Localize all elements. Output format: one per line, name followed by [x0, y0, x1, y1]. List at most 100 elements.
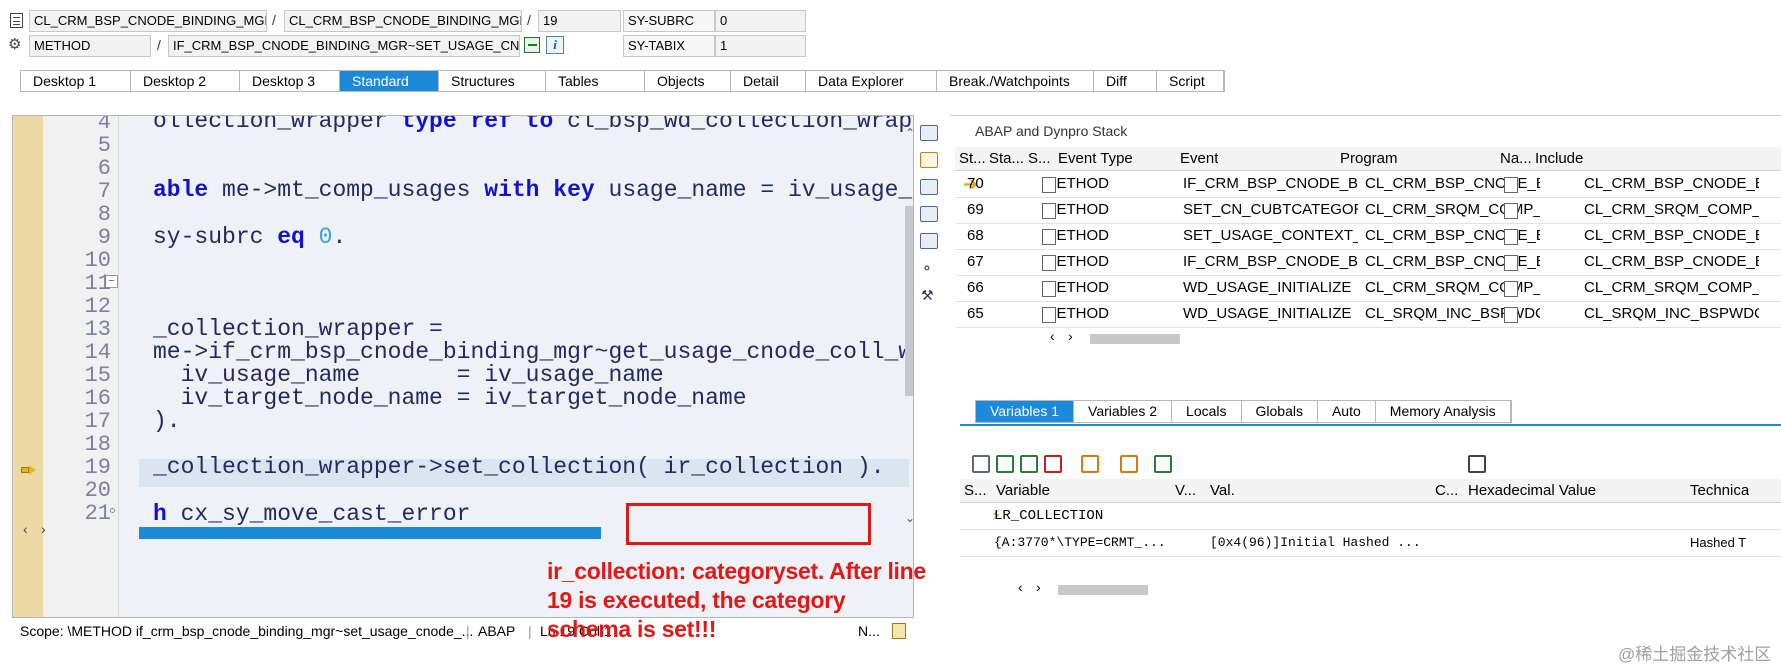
scroll-left-icon[interactable]: ‹	[1018, 579, 1023, 595]
separator: /	[272, 12, 276, 28]
split-icon[interactable]	[920, 233, 938, 249]
stack-source-icon[interactable]	[1042, 281, 1056, 297]
tab-diff[interactable]: Diff	[1094, 71, 1157, 91]
stack-row[interactable]: 65 METHOD WD_USAGE_INITIALIZE CL_SRQM_INC_B…	[955, 302, 1781, 328]
scroll-thumb[interactable]	[905, 206, 913, 396]
export-icon[interactable]	[996, 455, 1014, 473]
stack-row[interactable]: 68 METHOD SET_USAGE_CONTEXT_... CL_CRM_BSP_…	[955, 224, 1781, 250]
stack-nav-icon[interactable]	[1504, 177, 1518, 193]
scroll-left-icon[interactable]: ‹	[1050, 328, 1055, 344]
hscroll-thumb[interactable]	[1058, 585, 1148, 595]
tab-objects[interactable]: Objects	[645, 71, 731, 91]
stack-cell-sta: 66	[967, 279, 984, 296]
tree-icon[interactable]	[1081, 455, 1099, 473]
stack-column-header[interactable]: Sta...	[989, 147, 1024, 171]
info-icon[interactable]: i	[546, 36, 564, 54]
tab-data-explorer[interactable]: Data Explorer	[806, 71, 937, 91]
screen-icon[interactable]	[1154, 455, 1172, 473]
variable-column-header[interactable]: Hexadecimal Value	[1468, 479, 1596, 503]
new-breakpoint-icon[interactable]	[920, 152, 938, 168]
stack-nav-icon[interactable]	[1504, 255, 1518, 271]
scroll-right-icon[interactable]: ›	[1036, 579, 1041, 595]
stack-column-header[interactable]: Include	[1535, 147, 1583, 171]
scroll-left-icon[interactable]: ‹	[23, 521, 28, 537]
sysvar-value-2[interactable]: 1	[715, 35, 806, 57]
tab-script[interactable]: Script	[1157, 71, 1224, 91]
stack-source-icon[interactable]	[1042, 203, 1056, 219]
hscroll-thumb[interactable]	[1090, 334, 1180, 344]
variable-column-header[interactable]: Val.	[1210, 479, 1235, 503]
var-tab-globals[interactable]: Globals	[1242, 401, 1318, 422]
expand-icon[interactable]	[920, 206, 938, 222]
stack-column-header[interactable]: Event	[1180, 147, 1218, 171]
stack-row[interactable]: 66 METHOD WD_USAGE_INITIALIZE CL_CRM_SRQM_C…	[955, 276, 1781, 302]
stack-cell-include: CL_CRM_BSP_CNODE_B	[1584, 175, 1759, 192]
stack-nav-icon[interactable]	[1504, 307, 1518, 323]
var-tab-locals[interactable]: Locals	[1172, 401, 1242, 422]
editor-vertical-scrollbar[interactable]: ⌃ ⌄	[905, 126, 913, 616]
gear-icon: ⚙	[8, 36, 22, 53]
tab-desktop-2[interactable]: Desktop 2	[131, 71, 240, 91]
stack-row[interactable]: 67 METHOD IF_CRM_BSP_CNODE_BI... CL_CRM_BSP…	[955, 250, 1781, 276]
variable-row[interactable]: ⚡ LR_COLLECTION	[960, 504, 1781, 530]
stack-row[interactable]: 69 METHOD SET_CN_CUBTCATEGOR... CL_CRM_SRQM…	[955, 198, 1781, 224]
variable-column-header[interactable]: Variable	[996, 479, 1050, 503]
var-tab-auto[interactable]: Auto	[1318, 401, 1376, 422]
copy-icon[interactable]	[920, 179, 938, 195]
remove-icon[interactable]	[1044, 455, 1062, 473]
var-tab-variables-2[interactable]: Variables 2	[1074, 401, 1173, 422]
line-number: 10	[84, 248, 111, 273]
variable-column-header[interactable]: V...	[1175, 479, 1196, 503]
stack-column-header[interactable]: S...	[1028, 147, 1051, 171]
hscroll-thumb[interactable]	[139, 527, 601, 539]
headset-icon[interactable]: ⚬	[921, 260, 933, 277]
event-type-field[interactable]: METHOD	[29, 35, 151, 57]
tool-icon[interactable]: ⚒	[921, 287, 934, 304]
breakpoint-column[interactable]	[13, 116, 43, 617]
delete-icon[interactable]	[972, 455, 990, 473]
swap-icon[interactable]	[1120, 455, 1138, 473]
include-field[interactable]: CL_CRM_BSP_CNODE_BINDING_MGR=...	[284, 10, 522, 32]
variable-column-header[interactable]: S...	[964, 479, 987, 503]
var-tab-variables-1[interactable]: Variables 1	[976, 401, 1075, 422]
scroll-right-icon[interactable]: ›	[41, 521, 46, 537]
stack-source-icon[interactable]	[1042, 255, 1056, 271]
tab-detail[interactable]: Detail	[731, 71, 806, 91]
stack-source-icon[interactable]	[1042, 307, 1056, 323]
stack-nav-icon[interactable]	[1504, 229, 1518, 245]
tab-tables[interactable]: Tables	[546, 71, 645, 91]
scroll-down-icon[interactable]: ⌄	[905, 511, 913, 525]
stack-horizontal-scrollbar[interactable]: ‹ ›	[1050, 328, 1190, 346]
stack-cell-include: CL_CRM_BSP_CNODE_B	[1584, 227, 1759, 244]
program-field[interactable]: CL_CRM_BSP_CNODE_BINDING_MGR=...	[29, 10, 267, 32]
goto-icon[interactable]	[524, 37, 540, 53]
stack-column-header[interactable]: Program	[1340, 147, 1398, 171]
scroll-up-icon[interactable]: ⌃	[905, 126, 913, 140]
variable-column-header[interactable]: Technica	[1690, 479, 1749, 503]
variable-column-header[interactable]: C...	[1435, 479, 1458, 503]
tab-break-watchpoints[interactable]: Break./Watchpoints	[937, 71, 1094, 91]
stack-nav-icon[interactable]	[1504, 203, 1518, 219]
tab-desktop-1[interactable]: Desktop 1	[21, 71, 131, 91]
tab-standard[interactable]: Standard	[340, 71, 439, 91]
stack-source-icon[interactable]	[1042, 229, 1056, 245]
var-tab-memory-analysis[interactable]: Memory Analysis	[1376, 401, 1511, 422]
scroll-right-icon[interactable]: ›	[1068, 328, 1073, 344]
save-icon[interactable]	[1468, 455, 1486, 473]
event-field[interactable]: IF_CRM_BSP_CNODE_BINDING_MGR~SET_USAGE_C…	[168, 35, 520, 57]
close-editor-icon[interactable]	[920, 125, 938, 141]
stack-column-header[interactable]: Event Type	[1058, 147, 1133, 171]
tab-structures[interactable]: Structures	[439, 71, 546, 91]
line-number: 11	[84, 271, 111, 296]
line-number-field[interactable]: 19	[538, 10, 621, 32]
stack-nav-icon[interactable]	[1504, 281, 1518, 297]
variable-row[interactable]: {A:3770*\TYPE=CRMT_... [0x4(96)]Initial H…	[960, 531, 1781, 557]
stack-column-header[interactable]: St...	[959, 147, 986, 171]
stack-column-header[interactable]: Na...	[1500, 147, 1532, 171]
variables-horizontal-scrollbar[interactable]: ‹ ›	[1018, 579, 1158, 597]
sysvar-value-1[interactable]: 0	[715, 10, 806, 32]
export-all-icon[interactable]	[1020, 455, 1038, 473]
tab-desktop-3[interactable]: Desktop 3	[240, 71, 340, 91]
stack-row[interactable]: ➔ 70 METHOD IF_CRM_BSP_CNODE_BI... CL_CRM_BS…	[955, 172, 1781, 198]
stack-source-icon[interactable]	[1042, 177, 1056, 193]
